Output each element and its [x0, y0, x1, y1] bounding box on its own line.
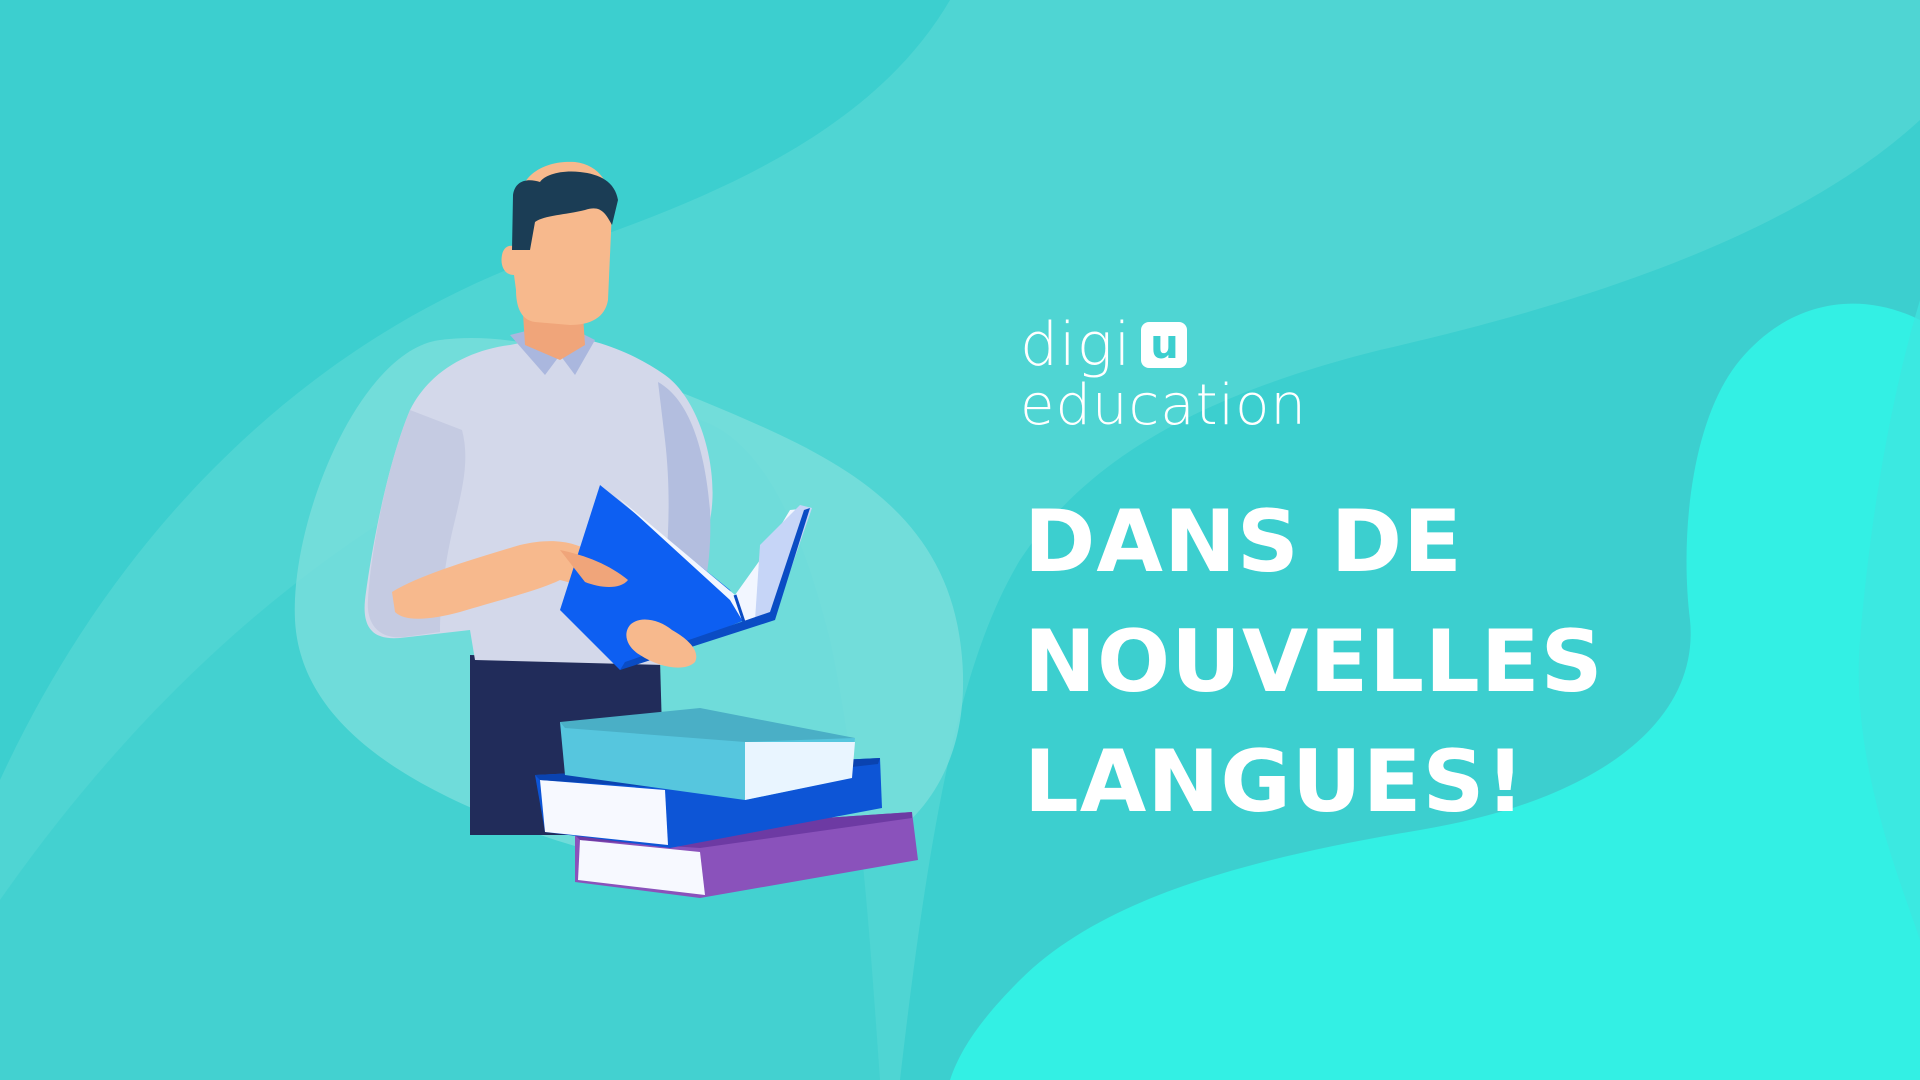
brand-logo: digi u education [1020, 310, 1350, 450]
logo-word-bottom: education [1020, 373, 1307, 438]
headline-line-2: NOUVELLES [1024, 612, 1604, 712]
logo-badge: u [1141, 322, 1188, 368]
headline-line-1: DANS DE [1024, 492, 1463, 592]
logo-top-line: digi u [1020, 310, 1188, 380]
headline: DANS DE NOUVELLES LANGUES! [1024, 482, 1724, 842]
hero-banner: digi u education DANS DE NOUVELLES LANGU… [0, 0, 1920, 1080]
headline-line-3: LANGUES! [1024, 732, 1526, 832]
logo-word-top: digi [1020, 310, 1132, 380]
